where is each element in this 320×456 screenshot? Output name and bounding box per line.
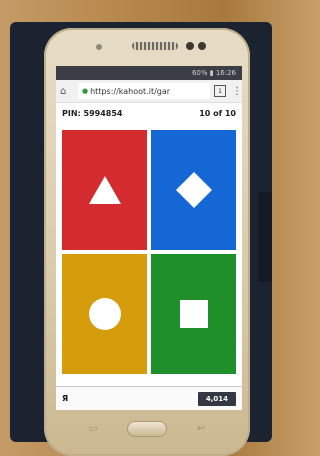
front-camera [186,42,194,50]
status-text: 60% ▮ 16:26 [191,69,236,77]
browser-toolbar: ⌂ ● https://kahoot.it/gar 1 ⋮ [56,80,242,103]
answer-grid [62,130,236,374]
tab-switcher-button[interactable]: 1 [214,85,226,97]
answer-button-diamond[interactable] [151,130,236,250]
diamond-icon [175,172,212,208]
square-icon [179,300,208,328]
proximity-sensor [96,44,102,50]
triangle-icon [88,176,121,204]
answer-button-triangle[interactable] [62,130,147,250]
more-vert-icon[interactable]: ⋮ [232,86,242,97]
back-key[interactable]: ↩ [194,424,208,434]
earpiece-speaker [132,42,178,50]
phone-body: 60% ▮ 16:26 ⌂ ● https://kahoot.it/gar 1 … [44,28,250,456]
game-pin: PIN: 5994854 [62,108,123,118]
recent-apps-key[interactable]: ▭ [86,424,100,434]
url-text: https://kahoot.it/gar [90,86,171,96]
case-flap [258,192,272,282]
answer-button-circle[interactable] [62,254,147,374]
question-progress: 10 of 10 [199,108,236,118]
game-info-bar: PIN: 5994854 10 of 10 [56,103,242,123]
score-badge: 4,014 [197,391,236,406]
answer-button-square[interactable] [151,254,236,374]
player-footer: Я 4,014 [56,386,242,410]
url-field[interactable]: ● https://kahoot.it/gar [78,83,210,99]
player-name: Я [62,394,69,403]
status-bar: 60% ▮ 16:26 [56,66,242,80]
phone-screen: 60% ▮ 16:26 ⌂ ● https://kahoot.it/gar 1 … [56,66,242,410]
circle-icon [88,298,121,330]
home-button[interactable] [128,422,166,436]
home-icon[interactable]: ⌂ [60,86,74,97]
phone-case: 60% ▮ 16:26 ⌂ ● https://kahoot.it/gar 1 … [10,22,272,456]
lock-icon: ● [82,87,89,95]
light-sensor [198,42,206,50]
